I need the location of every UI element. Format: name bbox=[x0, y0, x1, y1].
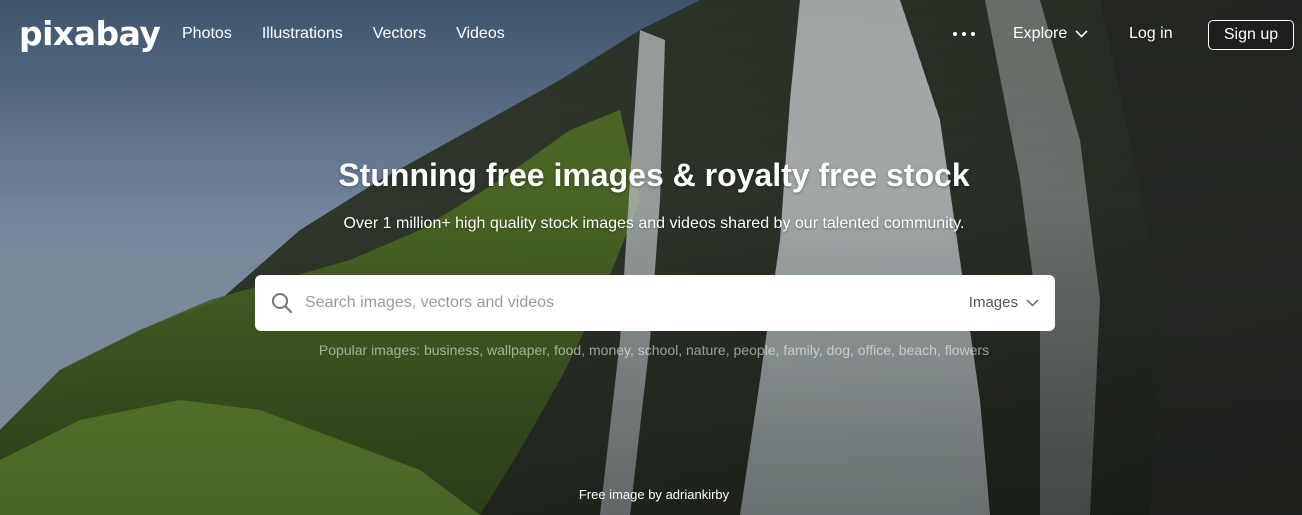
nav-vectors[interactable]: Vectors bbox=[373, 24, 426, 44]
popular-tag[interactable]: nature bbox=[686, 342, 726, 358]
popular-tag[interactable]: school bbox=[638, 342, 678, 358]
search-icon[interactable] bbox=[271, 292, 293, 314]
popular-tag[interactable]: flowers bbox=[945, 342, 989, 358]
dot bbox=[971, 32, 975, 36]
chevron-down-icon bbox=[1075, 30, 1088, 38]
popular-tag[interactable]: food bbox=[554, 342, 581, 358]
media-type-select[interactable]: Images bbox=[969, 293, 1039, 313]
image-credit: Free image by adriankirby bbox=[0, 487, 1302, 503]
credit-author-link[interactable]: adriankirby bbox=[666, 487, 730, 502]
pixabay-logo[interactable]: pixabay bbox=[19, 14, 161, 54]
hero-subtitle: Over 1 million+ high quality stock image… bbox=[343, 215, 965, 232]
dot bbox=[962, 32, 966, 36]
media-type-label: Images bbox=[968, 294, 1018, 311]
login-link[interactable]: Log in bbox=[1129, 24, 1173, 44]
top-navigation-bar: pixabay Photos Illustrations Vectors Vid… bbox=[0, 0, 1302, 70]
search-bar: Images bbox=[255, 275, 1055, 331]
popular-tag[interactable]: family bbox=[783, 342, 819, 358]
popular-tag[interactable]: beach bbox=[899, 342, 937, 358]
hero-overlay bbox=[0, 0, 1302, 515]
popular-tag[interactable]: money bbox=[589, 342, 630, 358]
hero-title: Stunning free images & royalty free stoc… bbox=[338, 157, 970, 193]
chevron-down-icon bbox=[1026, 299, 1039, 307]
nav-videos[interactable]: Videos bbox=[456, 24, 505, 44]
popular-label: Popular images: bbox=[318, 342, 421, 358]
popular-tag[interactable]: dog bbox=[827, 342, 850, 358]
more-dots-icon[interactable] bbox=[953, 24, 975, 44]
main-nav: Photos Illustrations Vectors Videos bbox=[182, 24, 505, 44]
popular-tag[interactable]: business bbox=[424, 342, 479, 358]
popular-tag[interactable]: people bbox=[734, 342, 776, 358]
signup-button[interactable]: Sign up bbox=[1208, 20, 1294, 50]
explore-label: Explore bbox=[1013, 25, 1068, 42]
popular-searches: Popular images: business, wallpaper, foo… bbox=[318, 342, 990, 358]
search-input[interactable] bbox=[305, 275, 945, 331]
credit-prefix: Free image by bbox=[578, 487, 662, 502]
explore-menu[interactable]: Explore bbox=[1013, 24, 1088, 44]
popular-tag[interactable]: office bbox=[858, 342, 891, 358]
popular-tag[interactable]: wallpaper bbox=[487, 342, 546, 358]
hero-background bbox=[0, 0, 1302, 515]
nav-photos[interactable]: Photos bbox=[182, 24, 232, 44]
nav-illustrations[interactable]: Illustrations bbox=[262, 24, 343, 44]
dot bbox=[953, 32, 957, 36]
